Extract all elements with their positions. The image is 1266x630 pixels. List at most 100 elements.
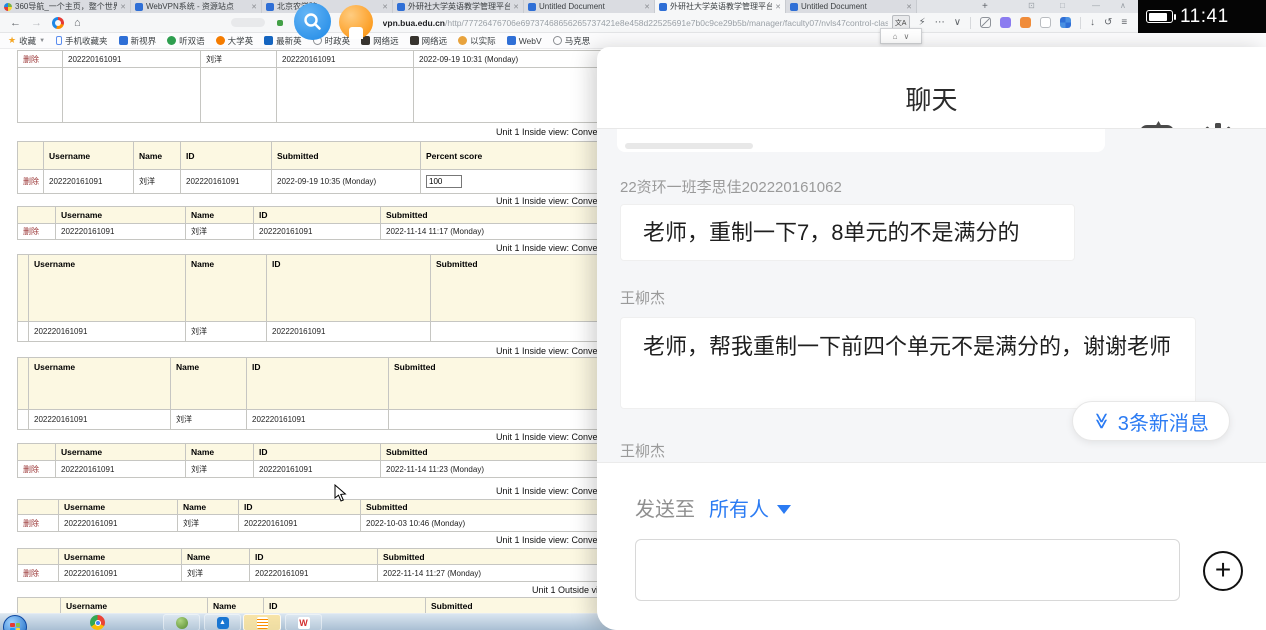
window-maximize-icon[interactable]: □ [1060, 1, 1065, 10]
tab-close-icon[interactable]: ✕ [513, 3, 519, 11]
bookmark-item[interactable]: ★ 收藏 ▼ [8, 35, 45, 47]
window-close-icon[interactable]: ∧ [1120, 1, 1126, 10]
column-header: Name [133, 141, 181, 170]
browser-tab[interactable]: 外研社大学英语教学管理平台 ✕ [393, 0, 524, 13]
bookmark-label: 马克思 [564, 35, 591, 46]
score-table: Username Name ID Submitted 删除 202220161091 刘洋 2… [17, 499, 627, 532]
bookmark-item[interactable]: 以实际 [458, 35, 496, 47]
download-icon[interactable]: ↓ [1090, 17, 1095, 28]
window-restore-icon[interactable]: ⊡ [1028, 1, 1035, 10]
purple-extension-icon[interactable] [1000, 17, 1012, 28]
new-messages-button[interactable]: ≫ 3条新消息 [1072, 401, 1230, 441]
assistant-overlay-icon[interactable] [339, 5, 373, 39]
table-cell: 202220161091 [249, 564, 378, 582]
360-favicon [4, 2, 12, 11]
taskbar-notes-icon[interactable] [243, 614, 281, 630]
percent-score-input[interactable] [426, 175, 462, 188]
search-overlay-icon[interactable] [294, 3, 331, 40]
delete-link[interactable]: 删除 [23, 465, 39, 474]
score-table-section: Username Name ID Submitted 202220161091 刘洋 202… [17, 357, 627, 430]
table-cell [200, 67, 277, 123]
bookmark-item[interactable]: 手机收藏夹 [56, 35, 108, 47]
history-icon[interactable]: ↺ [1104, 17, 1112, 28]
bookmark-label: 新视界 [130, 35, 157, 46]
delete-link[interactable]: 删除 [23, 177, 39, 186]
taskbar-browser-icon[interactable] [163, 614, 200, 630]
column-header: ID [263, 597, 426, 614]
message-sender: 王柳杰 [620, 290, 666, 307]
bookmark-item[interactable]: 网络远 [409, 35, 447, 47]
chevron-down-icon[interactable]: ∨ [954, 17, 961, 28]
toolbar-divider [1080, 16, 1082, 29]
column-header: Name [177, 499, 239, 515]
table-cell: 202220161091 [276, 50, 414, 68]
address-bar[interactable]: vpn.bua.edu.cn/http/77726476706e69737468… [383, 18, 888, 28]
notepad-icon [256, 617, 268, 629]
orange-extension-icon[interactable] [1020, 17, 1032, 28]
table-cell: 刘洋 [185, 223, 254, 240]
bookmark-item[interactable]: 马克思 [552, 35, 591, 47]
dropdown-caret-icon[interactable] [777, 504, 791, 514]
browser-tab[interactable]: Untitled Document ✕ [786, 0, 917, 13]
delete-link[interactable]: 删除 [23, 519, 39, 528]
apps-grid-icon[interactable] [1060, 17, 1072, 28]
screen: 360导航_一个主页，整个世界 ✕ WebVPN系统 - 资源站点 ✕ 北京农学院 ✕ 外研… [0, 0, 1266, 630]
score-table: Username Name ID Submitted 删除 202220161091 刘洋 2… [17, 206, 627, 240]
toolbar-mini-dropdown[interactable]: ⌂ ∨ [880, 28, 922, 44]
tab-close-icon[interactable]: ✕ [906, 3, 912, 11]
attach-plus-button[interactable]: + [1203, 551, 1243, 591]
browser-tab[interactable]: WebVPN系统 - 资源站点 ✕ [131, 0, 262, 13]
window-minimize-icon[interactable]: — [1092, 1, 1100, 10]
delete-link[interactable]: 删除 [23, 569, 39, 578]
table-cell: 删除 [17, 514, 59, 532]
taskbar-chrome-icon[interactable] [90, 615, 105, 630]
tab-close-icon[interactable]: ✕ [120, 3, 126, 11]
tab-close-icon[interactable]: ✕ [251, 3, 257, 11]
table-caption: Unit 1 Inside view: Converstation [495, 535, 627, 545]
dark-icon [409, 36, 419, 45]
screenshot-extension-icon[interactable] [1040, 17, 1052, 28]
table-cell [276, 67, 414, 123]
home-icon[interactable]: ⌂ [74, 17, 81, 29]
toolbar-divider [970, 16, 972, 29]
browser-tab[interactable]: Untitled Document ✕ [524, 0, 655, 13]
bookmark-label: 手机收藏夹 [65, 35, 108, 46]
more-dots-icon[interactable]: ⋯ [935, 17, 945, 28]
table-cell: 202220161091 [55, 460, 186, 478]
tab-close-icon[interactable]: ✕ [644, 3, 650, 11]
forward-icon[interactable]: → [31, 17, 42, 29]
table-cell: 202220161091 [253, 223, 381, 240]
delete-link[interactable]: 删除 [23, 55, 39, 64]
url-path: /http/77726476706e69737468656265737421e8… [445, 17, 888, 28]
new-tab-button[interactable]: + [974, 1, 996, 12]
person-icon [458, 36, 468, 45]
table-caption: Unit 1 Inside view: Converstation [495, 432, 627, 442]
send-to-selector[interactable]: 所有人 [709, 493, 769, 522]
table-caption: Unit 1 Inside view: Converstation [495, 346, 627, 356]
tab-close-icon[interactable]: ✕ [382, 3, 388, 11]
back-icon[interactable]: ← [10, 17, 21, 29]
bookmark-item[interactable]: 大学英 [215, 35, 253, 47]
browser-tab[interactable]: 外研社大学英语教学管理平台 ✕ [655, 0, 786, 13]
browser-tab[interactable]: 360导航_一个主页，整个世界 ✕ [0, 0, 131, 13]
score-table-section: Username Name ID Submitted 202220161091 刘洋 202… [17, 254, 627, 342]
column-header: Username [43, 141, 134, 170]
bookmark-item[interactable]: 网络远 [361, 35, 399, 47]
table-cell: 2022-11-14 11:17 (Monday) [380, 223, 627, 240]
tab-close-icon[interactable]: ✕ [775, 3, 781, 11]
reload-icon[interactable] [52, 16, 64, 29]
taskbar-app-icon[interactable]: ▲ [204, 614, 241, 630]
message-input[interactable] [635, 539, 1180, 601]
bookmark-item[interactable]: 新视界 [118, 35, 157, 47]
announcement-pin-icon [1155, 121, 1162, 127]
bookmark-item[interactable]: WebV [506, 36, 542, 46]
delete-link[interactable]: 删除 [23, 227, 39, 236]
start-button[interactable] [3, 615, 27, 630]
menu-icon[interactable]: ≡ [1121, 17, 1127, 28]
taskbar-wps-icon[interactable]: W [285, 614, 322, 630]
clip-extension-icon[interactable] [980, 17, 992, 28]
bookmark-item[interactable]: 听双语 [167, 35, 205, 47]
quick-access-icon[interactable]: ⚡ [919, 17, 926, 28]
send-to-row: 发送至 所有人 [635, 493, 791, 522]
bookmark-item[interactable]: 最新英 [264, 35, 302, 47]
